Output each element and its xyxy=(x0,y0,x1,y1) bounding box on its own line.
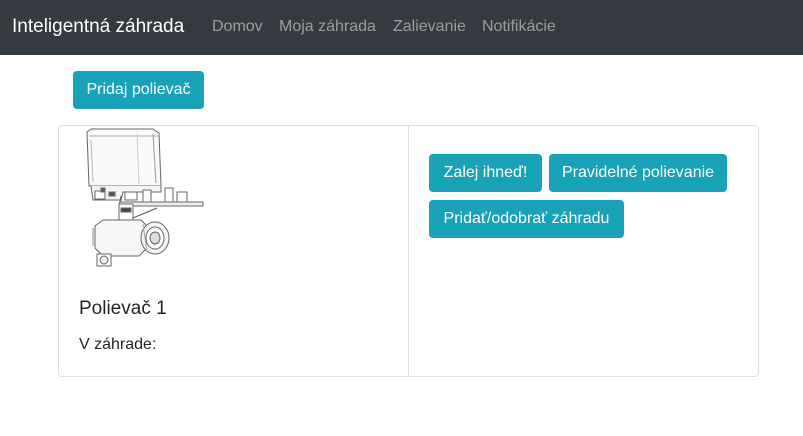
sprinkler-name: Polievač 1 xyxy=(79,298,167,319)
nav-link-domov[interactable]: Domov xyxy=(212,17,263,37)
card-column-divider xyxy=(408,126,409,376)
sprinkler-card: Polievač 1 V záhrade: Zalej ihneď! Pravi… xyxy=(58,125,759,377)
water-now-button[interactable]: Zalej ihneď! xyxy=(429,154,542,192)
water-valve-image xyxy=(86,128,204,267)
nav-link-notifikacie[interactable]: Notifikácie xyxy=(482,17,556,37)
top-navbar: Inteligentná záhrada Domov Moja záhrada … xyxy=(0,0,803,55)
add-remove-garden-button[interactable]: Pridať/odobrať záhradu xyxy=(429,200,624,238)
garden-label: V záhrade: xyxy=(79,336,157,353)
navbar-brand[interactable]: Inteligentná záhrada xyxy=(12,15,184,39)
add-sprinkler-button[interactable]: Pridaj polievač xyxy=(73,71,204,109)
nav-link-zalievanie[interactable]: Zalievanie xyxy=(393,17,466,37)
nav-link-moja-zahrada[interactable]: Moja záhrada xyxy=(279,17,376,37)
scheduled-watering-button[interactable]: Pravidelné polievanie xyxy=(549,154,727,192)
